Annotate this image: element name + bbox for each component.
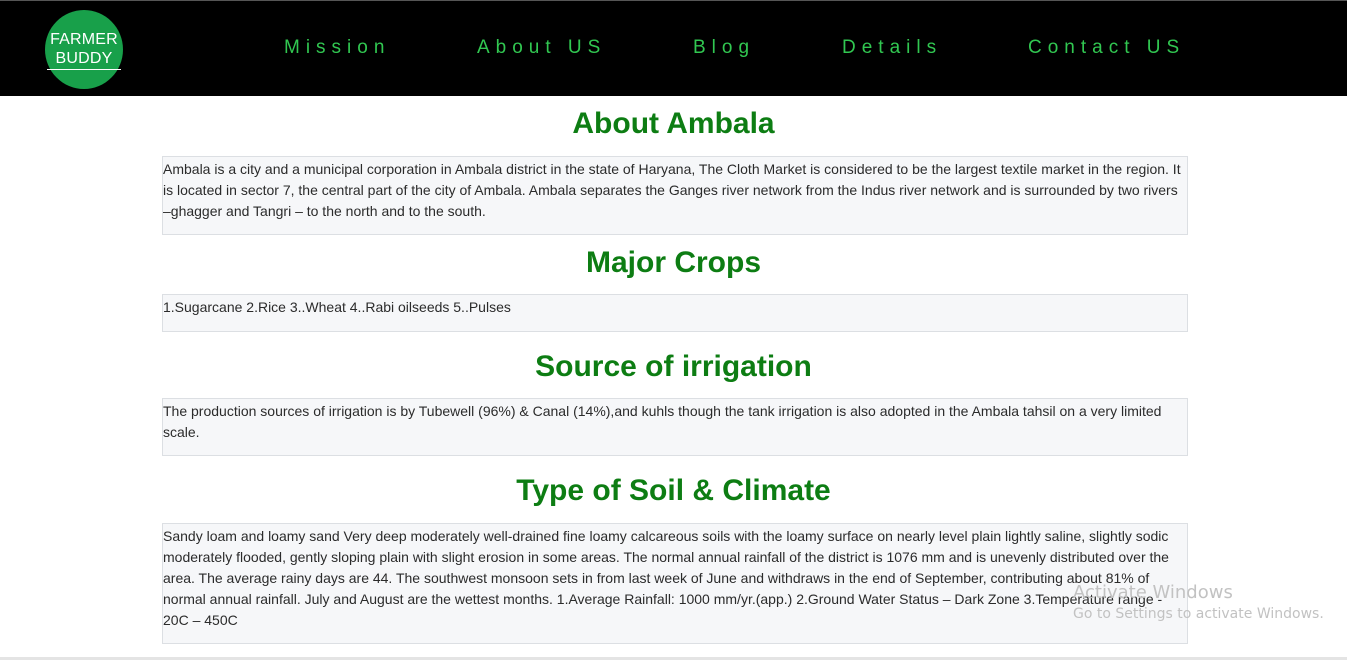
- logo-underline: [47, 68, 121, 70]
- nav-link-mission[interactable]: Mission: [284, 37, 390, 59]
- soil-climate-panel: Sandy loam and loamy sand Very deep mode…: [162, 523, 1188, 644]
- irrigation-heading: Source of irrigation: [535, 350, 812, 383]
- nav-link-blog[interactable]: Blog: [693, 37, 755, 59]
- nav-link-details[interactable]: Details: [842, 37, 942, 59]
- logo-text-line1: FARMER: [50, 30, 118, 48]
- major-crops-heading: Major Crops: [585, 246, 762, 279]
- top-navbar: FARMER BUDDY Mission About US Blog Detai…: [0, 0, 1347, 96]
- farmer-buddy-logo[interactable]: FARMER BUDDY: [45, 10, 123, 89]
- about-ambala-heading: About Ambala: [572, 107, 775, 140]
- soil-climate-heading: Type of Soil & Climate: [516, 474, 831, 507]
- logo-text-line2: BUDDY: [55, 49, 113, 67]
- major-crops-panel: 1.Sugarcane 2.Rice 3..Wheat 4..Rabi oils…: [162, 294, 1188, 332]
- nav-link-contact-us[interactable]: Contact US: [1028, 37, 1185, 59]
- nav-link-about-us[interactable]: About US: [477, 37, 606, 59]
- irrigation-panel: The production sources of irrigation is …: [162, 398, 1188, 456]
- about-ambala-panel: Ambala is a city and a municipal corpora…: [162, 156, 1188, 235]
